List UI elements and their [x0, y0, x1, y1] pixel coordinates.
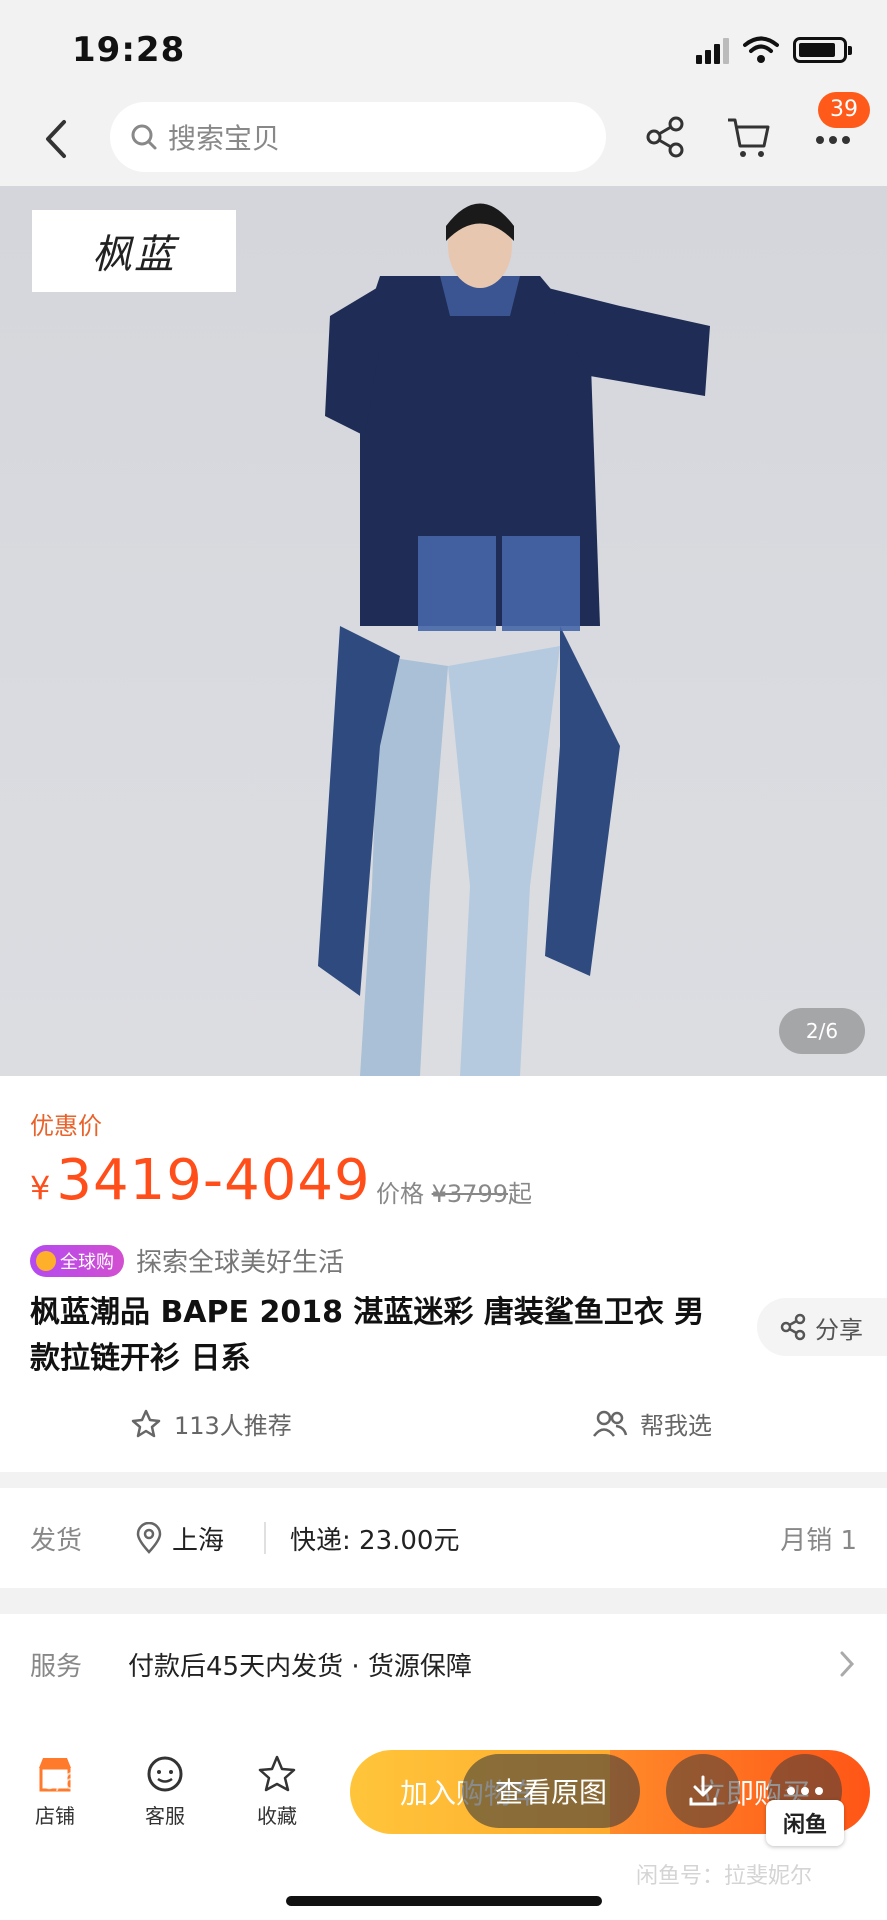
star-icon — [258, 1755, 296, 1792]
tab-customer-service-label: 客服 — [145, 1804, 185, 1828]
help-choose-label: 帮我选 — [640, 1412, 712, 1440]
share-label: 分享 — [815, 1315, 863, 1344]
recommend-icon — [131, 1409, 161, 1437]
view-original-label: 查看原图 — [494, 1776, 607, 1809]
tab-favorite[interactable]: 收藏 — [232, 1754, 322, 1829]
product-title: 枫蓝潮品 BAPE 2018 湛蓝迷彩 唐装鲨鱼卫衣 男款拉链开衫 日系 — [30, 1295, 705, 1376]
model-figure — [318, 203, 710, 1076]
currency-symbol: ¥ — [30, 1169, 51, 1207]
tab-favorite-label: 收藏 — [257, 1804, 297, 1828]
view-original-button[interactable]: 查看原图 — [462, 1754, 640, 1828]
shipping-location-text: 上海 — [172, 1525, 225, 1556]
monthly-sales: 月销 1 — [780, 1525, 857, 1556]
cart-icon[interactable] — [724, 112, 774, 162]
top-nav: 搜索宝贝 — [0, 96, 887, 186]
download-button[interactable] — [666, 1754, 740, 1828]
image-counter-ghost: 6/6 — [42, 1770, 78, 1795]
shipping-fee: 快递: 23.00元 — [290, 1525, 460, 1556]
tab-shop-label: 店铺 — [35, 1804, 75, 1828]
price: ¥ 3419-4049 — [30, 1148, 371, 1213]
chevron-right-icon — [840, 1651, 855, 1677]
signal-icon — [696, 36, 729, 64]
original-price: 价格 ¥3799起 — [376, 1174, 532, 1209]
status-icons — [696, 36, 852, 64]
bottom-action-bar: 店铺 6/6 客服 收藏 加入购物车 立即购买 查看原图 — [0, 1714, 887, 1920]
global-buy-row: 全球购 探索全球美好生活 — [30, 1242, 344, 1279]
promo-price-label: 优惠价 — [30, 1112, 102, 1140]
price-range: 3419-4049 — [56, 1148, 371, 1213]
original-price-suffix: 起 — [508, 1180, 532, 1208]
location-icon — [136, 1522, 162, 1554]
download-icon — [689, 1775, 717, 1806]
recommend-count: 113人推荐 — [174, 1412, 292, 1440]
image-counter: 2/6 — [779, 1008, 865, 1054]
share-button[interactable]: 分享 — [757, 1298, 887, 1356]
recommend-button[interactable]: 113人推荐 — [130, 1406, 292, 1441]
product-image[interactable]: 枫蓝 2/6 — [0, 186, 887, 1076]
status-time: 19:28 — [72, 30, 186, 70]
help-choose-button[interactable]: 帮我选 — [592, 1406, 712, 1441]
message-count-badge: 39 — [818, 92, 870, 128]
xianyu-logo: 闲鱼 — [766, 1800, 844, 1846]
search-icon — [131, 124, 157, 150]
global-buy-badge: 全球购 — [30, 1244, 124, 1277]
tab-customer-service[interactable]: 客服 — [120, 1754, 210, 1829]
customer-service-icon — [147, 1756, 183, 1792]
product-info: 优惠价 ¥ 3419-4049 价格 ¥3799起 全球购 探索全球美好生活 枫… — [0, 1076, 887, 1472]
battery-icon — [793, 37, 852, 63]
original-price-prefix: 价格 — [376, 1180, 432, 1208]
recommend-row: 113人推荐 帮我选 — [0, 1398, 887, 1448]
service-text: 付款后45天内发货 · 货源保障 — [128, 1651, 472, 1682]
global-buy-icon — [36, 1250, 56, 1271]
global-buy-label: 全球购 — [60, 1251, 114, 1273]
wifi-icon — [743, 36, 779, 63]
shipping-label: 发货 — [30, 1525, 83, 1556]
shipping-location: 上海 — [136, 1520, 224, 1557]
search-input[interactable]: 搜索宝贝 — [110, 102, 606, 172]
global-slogan: 探索全球美好生活 — [136, 1248, 345, 1278]
shipping-row[interactable]: 发货 上海 快递: 23.00元 月销 1 — [0, 1488, 887, 1588]
status-bar: 19:28 — [0, 0, 887, 100]
original-price-value: ¥3799 — [431, 1180, 508, 1208]
watermark: 闲鱼号：拉斐妮尔 — [636, 1864, 813, 1889]
home-indicator — [286, 1896, 602, 1906]
share-icon[interactable] — [640, 112, 690, 162]
divider — [264, 1522, 266, 1554]
people-icon — [593, 1410, 628, 1437]
back-icon[interactable] — [36, 114, 76, 164]
more-icon — [787, 1787, 823, 1795]
service-label: 服务 — [30, 1651, 83, 1682]
share-icon — [780, 1313, 806, 1341]
search-placeholder: 搜索宝贝 — [168, 122, 281, 155]
service-row[interactable]: 服务 付款后45天内发货 · 货源保障 — [0, 1614, 887, 1714]
